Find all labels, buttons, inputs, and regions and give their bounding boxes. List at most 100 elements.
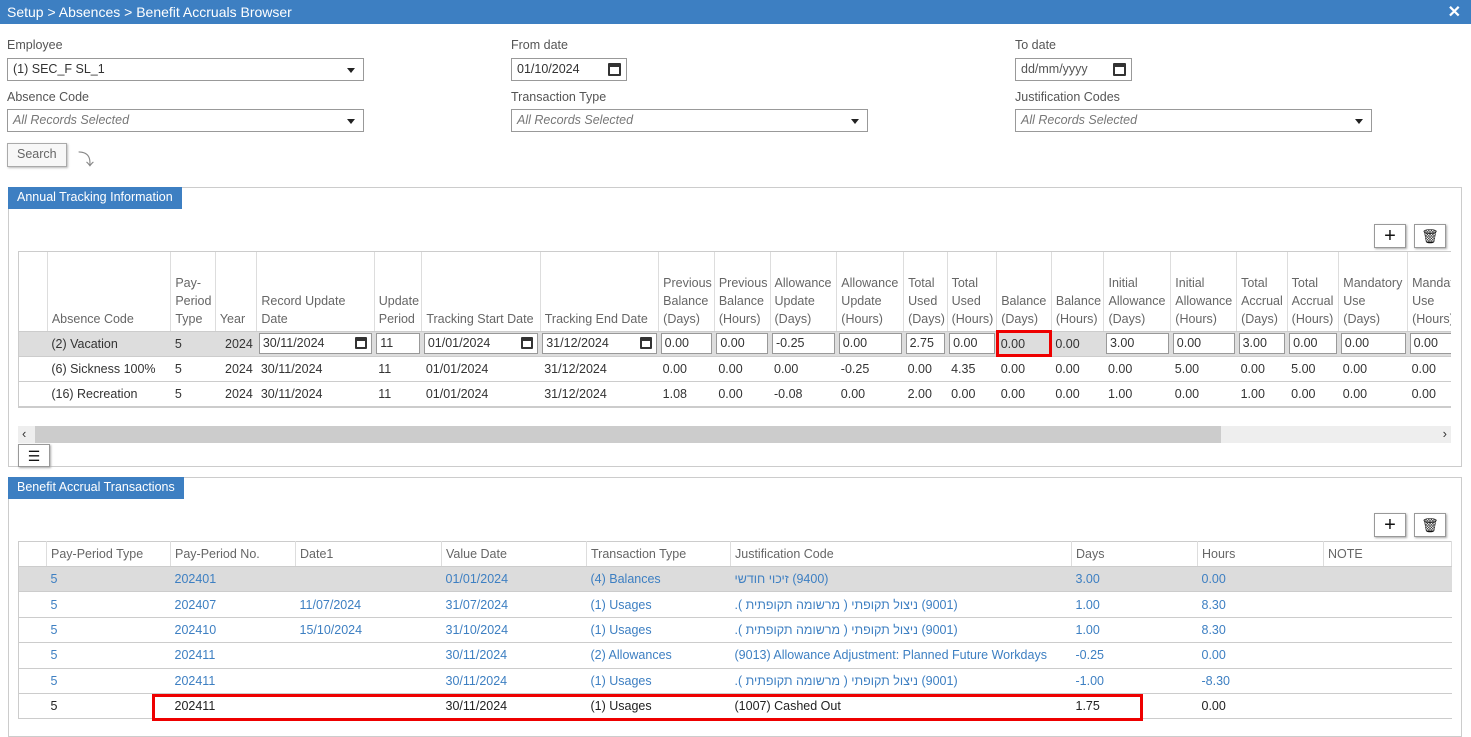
column-header[interactable]: NOTE bbox=[1323, 541, 1452, 567]
employee-select[interactable]: (1) SEC_F SL_1 bbox=[7, 58, 364, 81]
close-icon[interactable]: ✕ bbox=[1448, 2, 1461, 22]
table-row[interactable]: 5 202401 01/01/2024 (4) Balances (9400) זיכו… bbox=[18, 566, 1452, 593]
tab-annual-tracking[interactable]: Annual Tracking Information bbox=[8, 187, 182, 209]
arrow-down-icon[interactable]: ⤵ bbox=[78, 146, 94, 170]
column-header[interactable]: Pay-Period Type bbox=[46, 541, 171, 567]
column-header[interactable]: Tracking End Date bbox=[540, 252, 660, 332]
add-button[interactable]: + bbox=[1374, 513, 1406, 537]
scrollbar-thumb[interactable] bbox=[35, 426, 1221, 443]
table-cell: (16) Recreation bbox=[47, 381, 171, 407]
row-selector[interactable] bbox=[18, 591, 47, 618]
table-row[interactable]: (2) Vacation 5 2024 30/11/2024 11 01/01/2024 3… bbox=[19, 330, 1451, 357]
table-cell: 2.00 bbox=[903, 381, 948, 407]
column-header[interactable]: Previous Balance (Days) bbox=[658, 252, 715, 332]
column-header[interactable]: Total Used (Days) bbox=[903, 252, 948, 332]
column-header[interactable]: Value Date bbox=[441, 541, 587, 567]
column-header[interactable]: Mandatory Use (Hours) bbox=[1407, 252, 1451, 332]
column-header[interactable]: Date1 bbox=[295, 541, 442, 567]
row-selector[interactable] bbox=[19, 331, 48, 357]
table-row[interactable]: (16) Recreation 5 2024 30/11/2024 11 01/01/20… bbox=[19, 381, 1451, 407]
column-header[interactable]: Balance (Hours) bbox=[1051, 252, 1105, 332]
trash-icon[interactable]: 🗑 bbox=[1414, 513, 1446, 537]
column-header[interactable]: Total Accrual (Days) bbox=[1236, 252, 1288, 332]
cell-input[interactable]: 0.00 bbox=[660, 333, 713, 354]
chevron-right-icon[interactable]: › bbox=[1443, 426, 1447, 441]
table-row[interactable]: 5 202407 11/07/2024 31/07/2024 (1) Usages (90… bbox=[18, 591, 1452, 618]
table-cell: (2) Vacation bbox=[47, 331, 171, 357]
calendar-icon[interactable] bbox=[639, 337, 652, 349]
cell-input[interactable]: 11 bbox=[376, 333, 420, 354]
row-selector[interactable] bbox=[18, 617, 47, 644]
trash-icon[interactable]: 🗑 bbox=[1414, 224, 1446, 248]
table-row[interactable]: 5 202411 30/11/2024 (1) Usages (9001) ניצול … bbox=[18, 668, 1452, 694]
cell-input[interactable]: 30/11/2024 bbox=[258, 333, 373, 354]
column-header[interactable]: Balance (Days) bbox=[996, 252, 1052, 332]
table-cell: 0.00 bbox=[1407, 331, 1451, 357]
cell-input[interactable]: 0.00 bbox=[1172, 333, 1235, 354]
table-row[interactable]: (6) Sickness 100% 5 2024 30/11/2024 11 01/01/… bbox=[19, 356, 1451, 382]
table-cell: 0.00 bbox=[1338, 331, 1408, 357]
row-selector[interactable] bbox=[18, 642, 47, 669]
column-header[interactable]: Allowance Update (Days) bbox=[770, 252, 838, 332]
cell-input[interactable]: 0.00 bbox=[716, 333, 768, 354]
table-cell: (1) Usages bbox=[586, 591, 731, 618]
column-header[interactable]: Year bbox=[215, 252, 258, 332]
column-header[interactable]: Justification Code bbox=[730, 541, 1072, 567]
calendar-icon[interactable] bbox=[1113, 63, 1126, 76]
column-header[interactable]: Record Update Date bbox=[256, 252, 375, 332]
column-header[interactable]: Total Accrual (Hours) bbox=[1287, 252, 1340, 332]
column-header[interactable]: Hours bbox=[1197, 541, 1324, 567]
list-icon[interactable]: ☰ bbox=[18, 444, 50, 467]
column-header[interactable]: Allowance Update (Hours) bbox=[836, 252, 905, 332]
row-selector[interactable] bbox=[18, 566, 47, 593]
row-selector[interactable] bbox=[18, 693, 47, 720]
row-selector[interactable] bbox=[18, 668, 47, 694]
cell-input[interactable]: 3.00 bbox=[1105, 333, 1169, 354]
column-header[interactable]: Days bbox=[1071, 541, 1198, 567]
cell-input[interactable]: 0.00 bbox=[1409, 333, 1451, 354]
table-cell: 0.00 bbox=[1287, 381, 1339, 407]
column-header[interactable]: Mandatory Use (Days) bbox=[1338, 252, 1409, 332]
table-cell: 1.00 bbox=[1236, 381, 1288, 407]
table-cell: 0.00 bbox=[1407, 356, 1451, 382]
column-header[interactable]: Absence Code bbox=[47, 252, 172, 332]
cell-input[interactable]: -0.25 bbox=[772, 333, 835, 354]
column-header[interactable]: Initial Allowance (Days) bbox=[1103, 252, 1172, 332]
add-button[interactable]: + bbox=[1374, 224, 1406, 248]
row-selector[interactable] bbox=[19, 356, 48, 382]
table-row[interactable]: 5 202410 15/10/2024 31/10/2024 (1) Usages (90… bbox=[18, 617, 1452, 644]
table-cell: 0.00 bbox=[658, 356, 715, 382]
table-cell: 0.00 bbox=[658, 331, 715, 357]
justification-codes-select[interactable]: All Records Selected bbox=[1015, 109, 1372, 132]
column-header[interactable]: Tracking Start Date bbox=[421, 252, 541, 332]
cell-input[interactable]: 2.75 bbox=[905, 333, 946, 354]
transaction-type-select[interactable]: All Records Selected bbox=[511, 109, 868, 132]
row-selector[interactable] bbox=[19, 381, 48, 407]
cell-input[interactable]: 0.00 bbox=[838, 333, 902, 354]
column-header[interactable]: Previous Balance (Hours) bbox=[714, 252, 771, 332]
cell-input[interactable]: 0.00 bbox=[1289, 333, 1337, 354]
table-row[interactable]: 5 202411 30/11/2024 (2) Allowances (9013) Al… bbox=[18, 642, 1452, 669]
cell-input[interactable]: 31/12/2024 bbox=[542, 333, 657, 354]
table-cell: (9400) זיכוי חודשי bbox=[730, 566, 1072, 593]
calendar-icon[interactable] bbox=[521, 337, 534, 349]
column-header[interactable]: Transaction Type bbox=[586, 541, 731, 567]
column-header[interactable]: Total Used (Hours) bbox=[947, 252, 998, 332]
calendar-icon[interactable] bbox=[608, 63, 621, 76]
cell-input[interactable]: 01/01/2024 bbox=[423, 333, 539, 354]
column-header[interactable]: Pay-Period Type bbox=[170, 252, 216, 332]
cell-input[interactable]: 3.00 bbox=[1238, 333, 1286, 354]
column-header[interactable]: Update Period bbox=[374, 252, 423, 332]
horizontal-scrollbar[interactable]: ‹ › bbox=[18, 426, 1451, 443]
tab-benefit-transactions[interactable]: Benefit Accrual Transactions bbox=[8, 477, 184, 499]
column-header[interactable]: Initial Allowance (Hours) bbox=[1170, 252, 1238, 332]
cell-input[interactable]: 0.00 bbox=[1340, 333, 1406, 354]
absence-code-select[interactable]: All Records Selected bbox=[7, 109, 364, 132]
column-header[interactable]: Pay-Period No. bbox=[170, 541, 296, 567]
calendar-icon[interactable] bbox=[355, 337, 368, 349]
cell-input[interactable]: 0.00 bbox=[949, 333, 995, 354]
to-date-input[interactable]: dd/mm/yyyy bbox=[1015, 58, 1132, 81]
chevron-left-icon[interactable]: ‹ bbox=[22, 426, 26, 441]
search-button[interactable]: Search bbox=[7, 143, 67, 167]
from-date-input[interactable]: 01/10/2024 bbox=[511, 58, 627, 81]
